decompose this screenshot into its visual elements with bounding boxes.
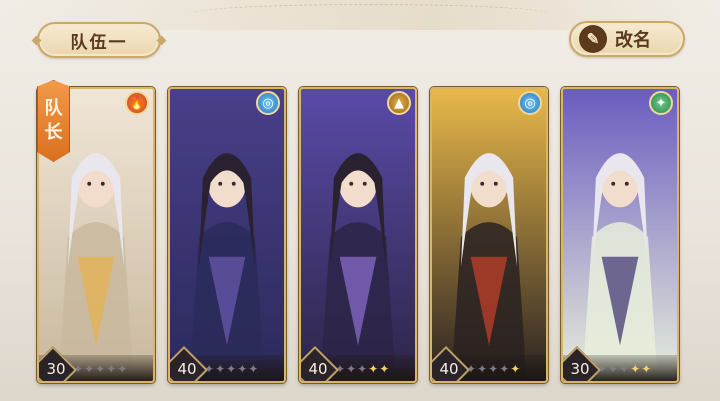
star-icon: ✦ [510,362,521,376]
star-rating: ✦ ✦ ✦ ✦ ✦ [73,363,127,375]
mountain-icon: ▲ [387,91,411,115]
star-icon: ✦ [346,362,357,376]
star-icon: ✦ [106,362,117,376]
star-icon: ✦ [215,362,226,376]
swirl-icon: ◎ [256,91,280,115]
team-name-label: 队伍一 [70,32,128,53]
character-card[interactable]: ◎ ✦ ✦ ✦ ✦ ✦ 40 [430,87,548,383]
star-icon: ✦ [226,362,237,376]
star-icon: ✦ [357,362,368,376]
level-label: 40 [308,360,328,378]
star-icon: ✦ [608,362,619,376]
character-card[interactable]: ◎ ✦ ✦ ✦ ✦ ✦ 40 [168,87,286,383]
character-portrait [301,89,415,381]
star-icon: ✦ [379,362,390,376]
star-icon: ✦ [499,362,510,376]
character-portrait [170,89,284,381]
brush-icon: ✎ [579,25,607,53]
captain-char-2: 长 [44,122,63,143]
level-label: 40 [177,360,197,378]
star-icon: ✦ [488,362,499,376]
level-label: 40 [439,360,459,378]
captain-badge: 队 长 [37,80,70,162]
star-icon: ✦ [84,362,95,376]
character-card[interactable]: ✦ ✦ ✦ ✦ ✦ ✦ 30 [561,87,679,383]
star-icon: ✦ [95,362,106,376]
header-ornament [190,4,550,24]
star-icon: ✦ [477,362,488,376]
star-rating: ✦ ✦ ✦ ✦ ✦ [204,363,258,375]
star-icon: ✦ [117,362,128,376]
star-icon: ✦ [237,362,248,376]
star-rating: ✦ ✦ ✦ ✦ ✦ [597,363,651,375]
level-label: 30 [570,360,590,378]
star-icon: ✦ [641,362,652,376]
character-portrait [563,89,677,381]
rename-button[interactable]: ✎ 改名 [569,21,685,57]
star-rating: ✦ ✦ ✦ ✦ ✦ [335,363,389,375]
rename-label: 改名 [615,30,651,51]
level-label: 30 [46,360,66,378]
flame-icon: 🔥 [125,91,149,115]
star-icon: ✦ [248,362,259,376]
leaf-icon: ✦ [649,91,673,115]
star-rating: ✦ ✦ ✦ ✦ ✦ [466,363,520,375]
star-icon: ✦ [630,362,641,376]
character-card[interactable]: ▲ ✦ ✦ ✦ ✦ ✦ 40 [299,87,417,383]
star-icon: ✦ [368,362,379,376]
captain-char-1: 队 [44,98,63,119]
character-portrait [432,89,546,381]
star-icon: ✦ [619,362,630,376]
swirl-icon: ◎ [518,91,542,115]
team-name-plate[interactable]: 队伍一 [37,22,161,58]
